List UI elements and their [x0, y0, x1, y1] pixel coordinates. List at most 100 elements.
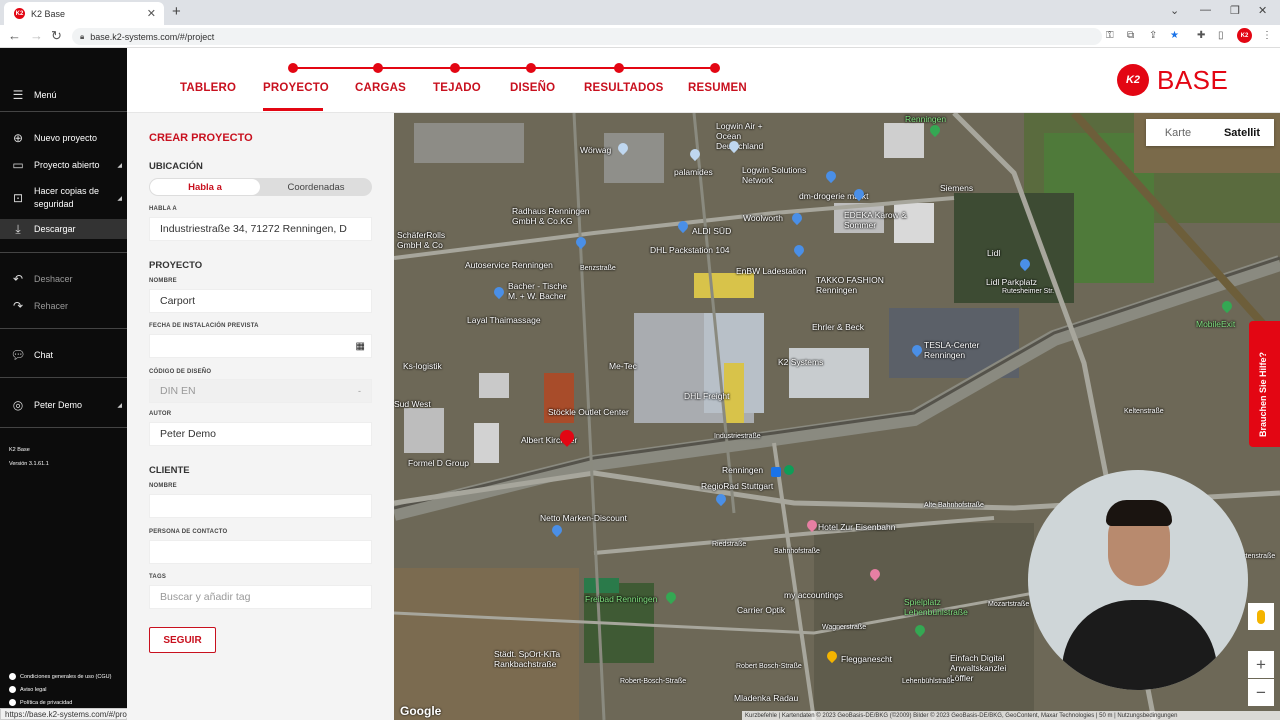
- tab-resumen[interactable]: RESUMEN: [688, 82, 747, 94]
- browser-tabstrip: K2 K2 Base ✕ + ⌄ — ❐ ✕: [0, 0, 1280, 25]
- map-label: Logwin Air + Ocean Deutschland: [716, 121, 764, 151]
- map-label: Carrier Optik: [737, 605, 786, 615]
- map-label: Logwin Solutions Network: [742, 165, 807, 185]
- street-label: Lehenbühlstraße: [902, 678, 955, 685]
- stepper-header: [127, 48, 1280, 113]
- map-label: Netto Marken-Discount: [540, 513, 627, 523]
- chevron-down-icon[interactable]: ⌄: [1170, 4, 1179, 17]
- close-tab-icon[interactable]: ✕: [147, 7, 156, 20]
- sidebar-item-nuevo-proyecto[interactable]: ⊕ Nuevo proyecto: [0, 129, 127, 147]
- download-icon: ⤓: [15, 221, 21, 236]
- legal-link-privacy[interactable]: Política de privacidad: [9, 699, 72, 706]
- share-icon[interactable]: ⇪: [1149, 30, 1157, 41]
- author-input[interactable]: Peter Demo: [149, 422, 372, 446]
- tab-cargas[interactable]: CARGAS: [355, 82, 406, 94]
- divider: [0, 377, 127, 378]
- map-label: EDEKA Karow & Sommer: [844, 210, 907, 230]
- tab-tablero[interactable]: TABLERO: [180, 82, 236, 94]
- tags-input[interactable]: Buscar y añadir tag: [149, 585, 372, 609]
- map-type-satellit-button[interactable]: Satellit: [1210, 119, 1274, 146]
- forward-icon[interactable]: →: [30, 28, 43, 43]
- street-label: Robert Bosch-Straße: [736, 663, 802, 670]
- train-station-icon[interactable]: [771, 467, 781, 477]
- sidebar-item-label: Rehacer: [34, 301, 69, 311]
- legal-link-terms[interactable]: Condiciones generales de uso (CGU): [9, 673, 111, 680]
- section-cliente: CLIENTE: [149, 465, 190, 476]
- maximize-icon[interactable]: ❐: [1230, 4, 1240, 17]
- new-tab-icon[interactable]: +: [172, 3, 181, 20]
- key-icon[interactable]: ⚿: [1106, 30, 1114, 41]
- kebab-menu-icon[interactable]: ⋮: [1262, 30, 1272, 41]
- sidebar: ☰ Menú ⊕ Nuevo proyecto ▭ Proyecto abier…: [0, 48, 127, 720]
- sidebar-item-descargar[interactable]: ⤓ Descargar: [0, 219, 127, 239]
- zoom-in-button[interactable]: +: [1248, 651, 1274, 678]
- step-dot: [288, 63, 298, 73]
- seguir-button[interactable]: SEGUIR: [149, 627, 216, 653]
- tab-resultados[interactable]: RESULTADOS: [584, 82, 664, 94]
- sidebar-item-chat[interactable]: 💬︎ Chat: [0, 346, 127, 364]
- help-tab[interactable]: Brauchen Sie Hilfe?: [1249, 321, 1280, 447]
- browser-tab[interactable]: K2 K2 Base ✕: [4, 2, 164, 25]
- map-label: TAKKO FASHION Renningen: [816, 275, 884, 295]
- minimize-icon[interactable]: —: [1200, 4, 1211, 16]
- presenter-hair: [1106, 500, 1172, 526]
- sidebar-item-label: Proyecto abierto: [34, 160, 100, 170]
- calendar-icon[interactable]: ▦: [356, 341, 365, 352]
- step-dot: [373, 63, 383, 73]
- step-dot: [710, 63, 720, 73]
- zoom-out-button[interactable]: −: [1248, 679, 1274, 706]
- section-proyecto: PROYECTO: [149, 260, 203, 271]
- tab-proyecto[interactable]: PROYECTO: [263, 82, 329, 94]
- street-view-pegman-icon[interactable]: [1248, 603, 1274, 630]
- webcam-overlay: [1028, 470, 1248, 690]
- project-name-input[interactable]: Carport: [149, 289, 372, 313]
- map-label: Renningen: [905, 114, 947, 124]
- undo-icon: ↶: [12, 272, 24, 286]
- map-label: ALDI SÜD: [692, 226, 732, 236]
- back-icon[interactable]: ←: [8, 28, 21, 43]
- street-label: Robert-Bosch-Straße: [620, 678, 687, 685]
- step-dot: [614, 63, 624, 73]
- legal-link-imprint[interactable]: Aviso legal: [9, 686, 47, 693]
- sidebar-item-label: Chat: [34, 350, 54, 360]
- legal-link-label: Política de privacidad: [20, 699, 73, 706]
- redo-icon: ↷: [12, 299, 24, 313]
- map-label: Radhaus Renningen GmbH & Co.KG: [512, 206, 590, 226]
- design-code-select[interactable]: DIN EN -: [149, 379, 372, 403]
- lock-icon: 🔒︎: [80, 31, 85, 41]
- address-input[interactable]: Industriestraße 34, 71272 Renningen, D: [149, 217, 372, 241]
- contact-person-input[interactable]: [149, 540, 372, 564]
- map-label: Lidl: [987, 248, 1001, 258]
- client-name-input[interactable]: [149, 494, 372, 518]
- sidebar-item-user[interactable]: ◎ Peter Demo ◢: [0, 396, 127, 414]
- tab-diseno[interactable]: DISEÑO: [510, 82, 555, 94]
- sidebar-item-deshacer[interactable]: ↶ Deshacer: [0, 270, 127, 288]
- profile-avatar[interactable]: K2: [1237, 28, 1252, 43]
- legal-link-label: Condiciones generales de uso (CGU): [20, 673, 112, 680]
- reload-icon[interactable]: ↻: [51, 28, 62, 44]
- sidebar-item-proyecto-abierto[interactable]: ▭ Proyecto abierto ◢: [0, 156, 127, 174]
- tab-tejado[interactable]: TEJADO: [433, 82, 481, 94]
- sidebar-item-backup[interactable]: ⊡ Hacer copias de seguridad ◢: [0, 184, 127, 212]
- location-mode-toggle: Habla a Coordenadas: [149, 178, 372, 196]
- presenter-body: [1062, 600, 1217, 690]
- sidebar-item-label: Nuevo proyecto: [34, 133, 98, 143]
- install-date-input[interactable]: ▦: [149, 334, 372, 358]
- street-label: Mozartstraße: [988, 601, 1030, 608]
- map-label: DHL Packstation 104: [650, 245, 730, 255]
- close-window-icon[interactable]: ✕: [1258, 4, 1267, 17]
- sidepanel-icon[interactable]: ▯: [1218, 30, 1224, 41]
- caret-icon: ◢: [117, 402, 122, 409]
- sidebar-item-rehacer[interactable]: ↷ Rehacer: [0, 297, 127, 315]
- menu-toggle[interactable]: ☰ Menú: [0, 86, 127, 104]
- satellite-map[interactable]: Karte Satellit Wörwag Logwin Air + Ocean…: [394, 113, 1280, 720]
- map-label: Lidl Parkplatz: [986, 277, 1038, 287]
- translate-icon[interactable]: ⧉: [1127, 30, 1134, 41]
- bookmark-star-icon[interactable]: ★: [1170, 30, 1179, 41]
- map-type-karte-button[interactable]: Karte: [1146, 119, 1210, 146]
- toggle-habla-a[interactable]: Habla a: [150, 179, 260, 195]
- address-bar[interactable]: 🔒︎ base.k2-systems.com/#/project: [72, 28, 1102, 45]
- s-bahn-icon[interactable]: [784, 465, 794, 475]
- extensions-icon[interactable]: ✚: [1197, 30, 1205, 41]
- toggle-coordenadas[interactable]: Coordenadas: [261, 179, 371, 195]
